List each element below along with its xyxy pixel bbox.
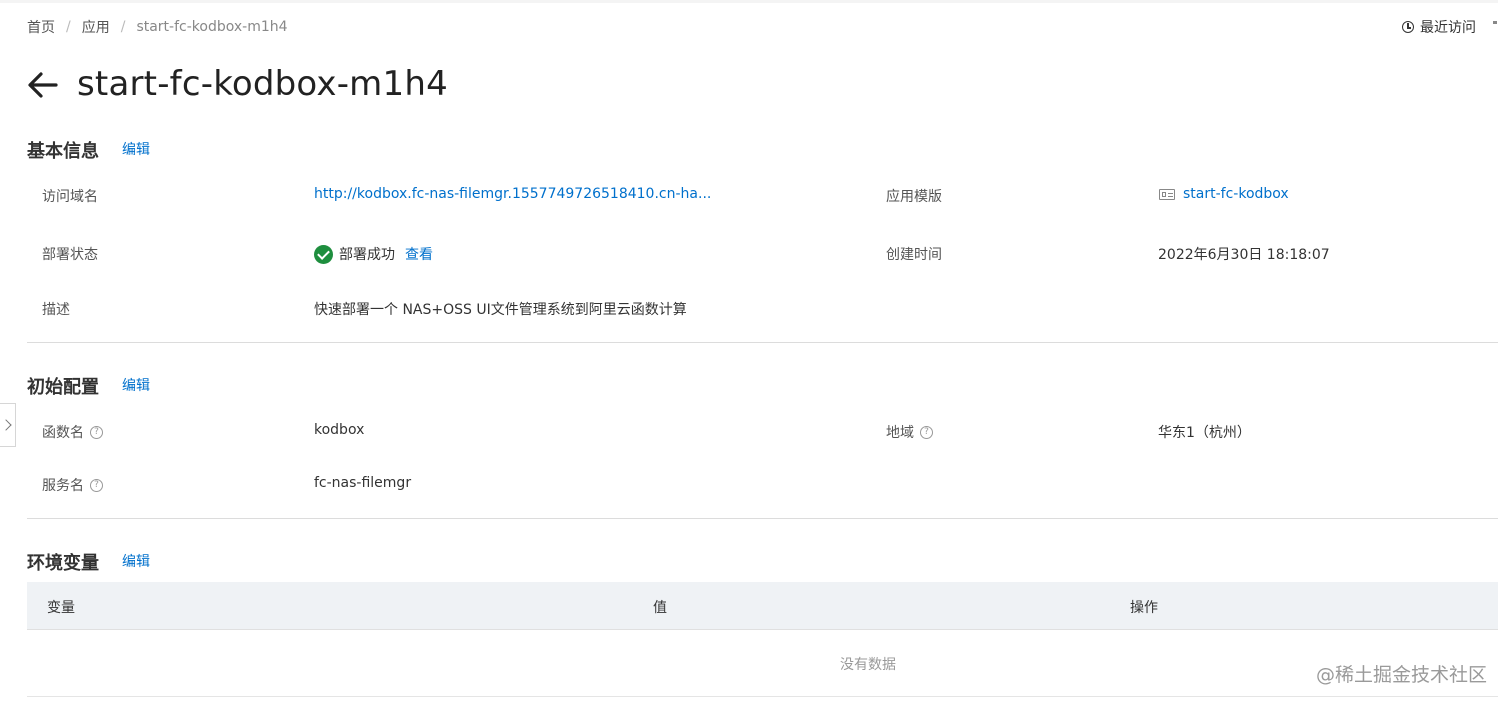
env-vars-title: 环境变量 — [27, 553, 99, 574]
help-icon[interactable]: ? — [920, 425, 933, 439]
domain-label: 访问域名 — [42, 189, 98, 205]
region-value: 华东1（杭州） — [1158, 425, 1251, 441]
basic-info-title: 基本信息 — [27, 141, 99, 162]
env-vars-edit-link[interactable]: 编辑 — [122, 551, 150, 571]
chevron-right-icon — [0, 419, 12, 431]
description-value: 快速部署一个 NAS+OSS UI文件管理系统到阿里云函数计算 — [314, 302, 687, 318]
region-label-text: 地域 — [886, 425, 914, 441]
breadcrumb-home[interactable]: 首页 — [27, 17, 55, 37]
template-value[interactable]: start-fc-kodbox — [1159, 186, 1289, 202]
function-name-label-text: 函数名 — [42, 425, 84, 441]
success-check-icon — [314, 244, 333, 264]
env-vars-table-header: 变量 值 操作 — [27, 582, 1498, 630]
basic-info-edit-link[interactable]: 编辑 — [122, 139, 150, 159]
breadcrumb-current: start-fc-kodbox-m1h4 — [136, 19, 288, 35]
initial-config-edit-link[interactable]: 编辑 — [122, 375, 150, 395]
overflow-icon[interactable] — [1493, 21, 1497, 24]
created-time-value: 2022年6月30日 18:18:07 — [1158, 247, 1330, 263]
service-name-label: 服务名 ? — [42, 475, 103, 495]
help-icon[interactable]: ? — [90, 425, 103, 439]
help-icon[interactable]: ? — [90, 478, 103, 492]
created-time-label: 创建时间 — [886, 247, 942, 263]
region-label: 地域 ? — [886, 422, 933, 442]
function-name-label: 函数名 ? — [42, 422, 103, 442]
recent-visits-label: 最近访问 — [1420, 20, 1476, 36]
template-label: 应用模版 — [886, 189, 942, 205]
clock-icon — [1402, 21, 1414, 33]
function-name-value: kodbox — [314, 422, 365, 438]
column-header-value: 值 — [653, 600, 667, 616]
page-title: start-fc-kodbox-m1h4 — [77, 64, 448, 104]
recent-visits-button[interactable]: 最近访问 — [1402, 17, 1476, 37]
sidebar-expand-handle[interactable] — [0, 403, 16, 447]
deploy-status-label: 部署状态 — [42, 247, 98, 263]
section-divider — [27, 518, 1498, 519]
column-header-actions: 操作 — [1130, 600, 1158, 616]
service-name-label-text: 服务名 — [42, 478, 84, 494]
template-link[interactable]: start-fc-kodbox — [1183, 186, 1289, 202]
breadcrumb-separator: / — [120, 19, 126, 35]
empty-state-text: 没有数据 — [840, 657, 896, 673]
initial-config-title: 初始配置 — [27, 377, 99, 398]
breadcrumb-separator: / — [66, 19, 71, 35]
deploy-status-text: 部署成功 — [339, 247, 395, 263]
deploy-status-value: 部署成功 查看 — [314, 244, 433, 264]
service-name-value: fc-nas-filemgr — [314, 475, 412, 491]
section-divider — [27, 342, 1498, 343]
column-header-variable: 变量 — [47, 600, 75, 616]
breadcrumb-apps[interactable]: 应用 — [82, 17, 110, 37]
breadcrumb: 首页 / 应用 / start-fc-kodbox-m1h4 — [27, 17, 288, 37]
description-label: 描述 — [42, 302, 70, 318]
top-border — [0, 0, 1498, 3]
table-bottom-border — [27, 696, 1498, 697]
deploy-view-link[interactable]: 查看 — [405, 244, 433, 264]
domain-link[interactable]: http://kodbox.fc-nas-filemgr.15577497265… — [314, 186, 711, 202]
template-icon — [1159, 188, 1175, 200]
watermark: @稀土掘金技术社区 — [1316, 664, 1488, 686]
back-arrow-icon[interactable] — [27, 70, 59, 100]
app-detail-page: 首页 / 应用 / start-fc-kodbox-m1h4 最近访问 star… — [0, 0, 1498, 703]
